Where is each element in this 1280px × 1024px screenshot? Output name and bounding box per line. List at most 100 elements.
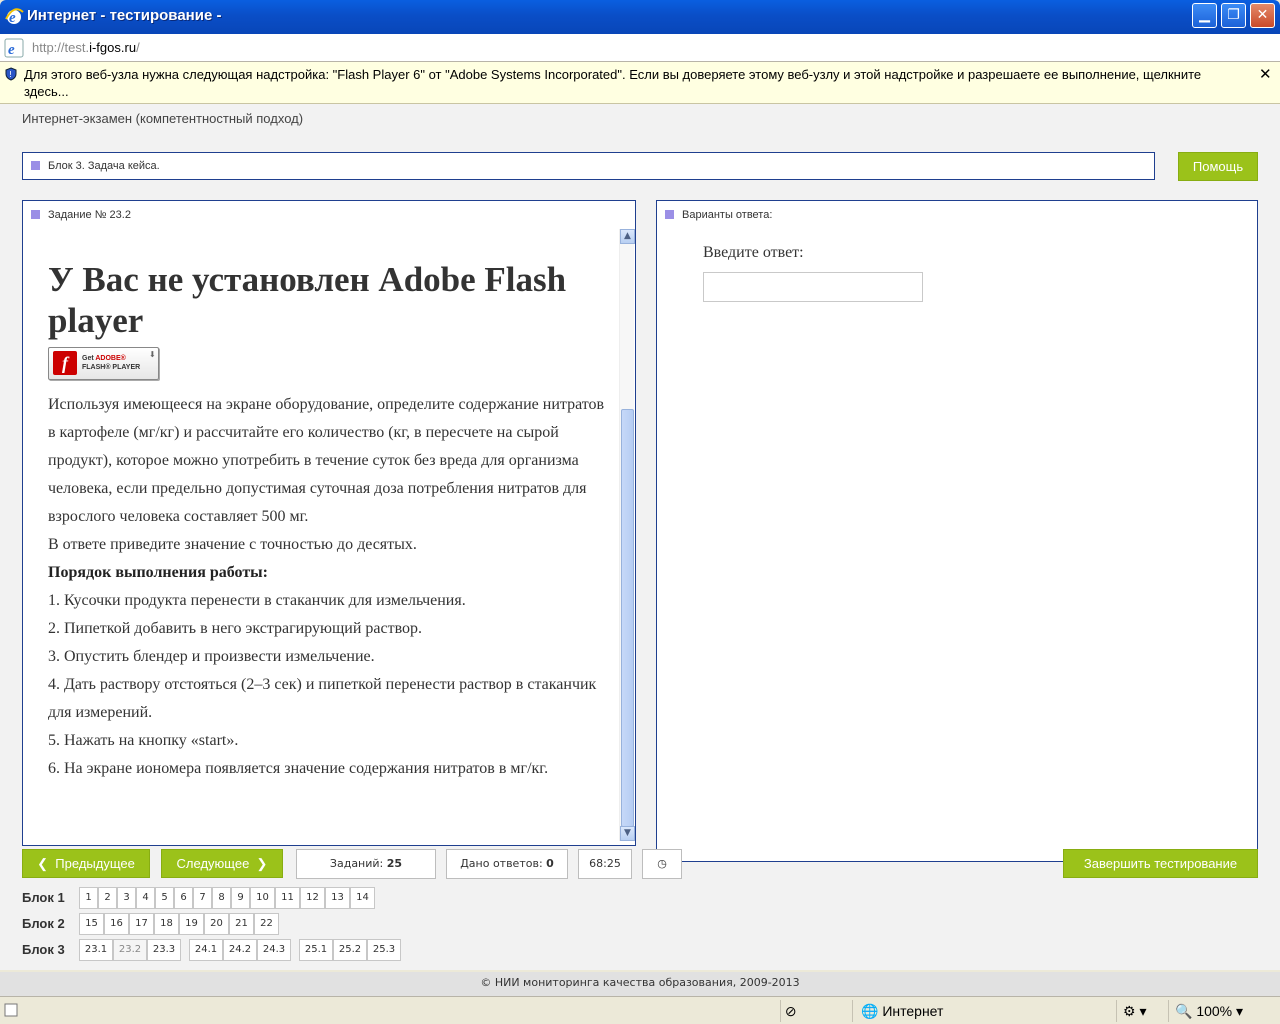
question-number-button[interactable]: 15: [79, 913, 104, 935]
url-text[interactable]: http://test.i-fgos.ru/: [32, 40, 140, 55]
tasks-count-box: Заданий: 25: [296, 849, 436, 879]
question-number-button[interactable]: 11: [275, 887, 300, 909]
scroll-down-icon[interactable]: ▼: [620, 826, 635, 841]
question-number-button[interactable]: 1: [79, 887, 98, 909]
task-scrollbar[interactable]: ▲ ▼: [619, 229, 635, 841]
question-number-button[interactable]: 22: [254, 913, 279, 935]
window-title: Интернет - тестирование -: [27, 7, 222, 24]
help-button[interactable]: Помощь: [1178, 152, 1258, 181]
badge-get-text: Get: [82, 355, 94, 362]
zoom-icon: 🔍: [1175, 1003, 1193, 1019]
protected-mode-icon[interactable]: ⚙ ▾: [1116, 1000, 1166, 1022]
close-icon[interactable]: ✕: [1259, 65, 1272, 83]
question-number-button[interactable]: 14: [350, 887, 375, 909]
page-footer: © НИИ мониторинга качества образования, …: [0, 972, 1280, 996]
question-number-button[interactable]: 6: [174, 887, 193, 909]
zone-indicator[interactable]: 🌐 Интернет: [852, 1000, 1107, 1022]
answer-header: Варианты ответа:: [682, 209, 773, 221]
security-status-icon[interactable]: ⊘: [780, 1000, 808, 1022]
question-number-button[interactable]: 25.3: [367, 939, 401, 961]
block-label: Блок 2: [22, 916, 65, 931]
address-bar[interactable]: e http://test.i-fgos.ru/: [0, 34, 1280, 62]
question-number-button[interactable]: 23.1: [79, 939, 113, 961]
flash-icon: f: [53, 351, 77, 375]
bullet-square-icon: [665, 210, 674, 219]
next-button[interactable]: Следующее ❯: [161, 849, 283, 878]
question-number-button[interactable]: 20: [204, 913, 229, 935]
globe-icon: 🌐: [861, 1003, 879, 1019]
tasks-label: Заданий:: [329, 857, 384, 870]
previous-label: Предыдущее: [55, 856, 135, 871]
question-number-button[interactable]: 9: [231, 887, 250, 909]
question-number-button[interactable]: 25.1: [299, 939, 333, 961]
chevron-right-icon: ❯: [256, 856, 268, 871]
app-title: Интернет-экзамен (компетентностный подхо…: [22, 111, 304, 126]
question-number-button[interactable]: 5: [155, 887, 174, 909]
question-number-button[interactable]: 12: [300, 887, 325, 909]
chevron-left-icon: ❮: [37, 856, 49, 871]
question-number-button[interactable]: 24.3: [257, 939, 291, 961]
zone-label: Интернет: [882, 1003, 944, 1019]
clock-icon[interactable]: ◷: [642, 849, 682, 879]
answered-count: 0: [546, 857, 554, 870]
question-number-button[interactable]: 19: [179, 913, 204, 935]
question-number-button[interactable]: 24.2: [223, 939, 257, 961]
question-number-button[interactable]: 25.2: [333, 939, 367, 961]
status-bar: ⊘ 🌐 Интернет ⚙ ▾ 🔍 100% ▾: [0, 996, 1280, 1024]
browser-window: e Интернет - тестирование - ▁ ❐ ✕ e http…: [0, 0, 1280, 1024]
question-number-button[interactable]: 13: [325, 887, 350, 909]
flash-missing-heading: У Вас не установлен Adobe Flash player: [48, 260, 567, 340]
step-item: 3. Опустить блендер и произвести измельч…: [48, 648, 375, 665]
question-number-button[interactable]: 7: [193, 887, 212, 909]
question-number-button[interactable]: 18: [154, 913, 179, 935]
question-number-button[interactable]: 23.3: [147, 939, 181, 961]
get-flash-player-button[interactable]: f Get ADOBE® FLASH® PLAYER ⬇: [48, 347, 159, 380]
question-number-button[interactable]: 16: [104, 913, 129, 935]
shield-icon: !: [5, 67, 17, 81]
question-number-button[interactable]: 21: [229, 913, 254, 935]
minimize-button[interactable]: ▁: [1192, 3, 1217, 28]
next-label: Следующее: [176, 856, 250, 871]
finish-test-button[interactable]: Завершить тестирование: [1063, 849, 1258, 878]
title-bar: e Интернет - тестирование - ▁ ❐ ✕: [0, 0, 1280, 34]
block-label: Блок 3. Задача кейса.: [48, 160, 160, 172]
previous-button[interactable]: ❮ Предыдущее: [22, 849, 150, 878]
task-header: Задание № 23.2: [48, 209, 131, 221]
information-bar-message[interactable]: Для этого веб-узла нужна следующая надст…: [24, 66, 1239, 100]
zoom-control[interactable]: 🔍 100% ▾: [1168, 1000, 1268, 1022]
order-title: Порядок выполнения работы:: [48, 564, 268, 581]
question-number-button[interactable]: 2: [98, 887, 117, 909]
scroll-up-icon[interactable]: ▲: [620, 229, 635, 244]
maximize-button[interactable]: ❐: [1221, 3, 1246, 28]
information-bar[interactable]: ! Для этого веб-узла нужна следующая над…: [0, 62, 1280, 104]
ie-logo-icon: e: [5, 8, 24, 26]
page-status-icon: [4, 1003, 18, 1017]
question-number-button[interactable]: 4: [136, 887, 155, 909]
timer: 68:25: [578, 849, 632, 879]
question-number-button[interactable]: 23.2: [113, 939, 147, 961]
bullet-square-icon: [31, 210, 40, 219]
task-text: Используя имеющееся на экране оборудован…: [48, 391, 608, 783]
answer-panel: Варианты ответа: Введите ответ:: [656, 200, 1258, 862]
close-window-button[interactable]: ✕: [1250, 3, 1275, 28]
task-paragraph: В ответе приведите значение с точностью …: [48, 536, 417, 553]
block-label: Блок 3: [22, 942, 65, 957]
web-page: Интернет-экзамен (компетентностный подхо…: [0, 104, 1280, 996]
step-item: 2. Пипеткой добавить в него экстрагирующ…: [48, 620, 423, 637]
answered-label: Дано ответов:: [460, 857, 543, 870]
tasks-count: 25: [386, 857, 403, 870]
question-number-button[interactable]: 10: [250, 887, 275, 909]
badge-adobe-text: ADOBE®: [95, 355, 126, 362]
scroll-thumb[interactable]: [621, 409, 634, 827]
step-item: 1. Кусочки продукта перенести в стаканчи…: [48, 592, 466, 609]
question-number-button[interactable]: 17: [129, 913, 154, 935]
answer-label: Введите ответ:: [703, 244, 804, 261]
step-item: 5. Нажать на кнопку «start».: [48, 732, 239, 749]
question-number-button[interactable]: 8: [212, 887, 231, 909]
task-panel: Задание № 23.2 У Вас не установлен Adobe…: [22, 200, 636, 846]
question-number-button[interactable]: 24.1: [189, 939, 223, 961]
answer-input[interactable]: [703, 272, 923, 302]
question-number-button[interactable]: 3: [117, 887, 136, 909]
page-icon: e: [4, 38, 24, 58]
block-label: Блок 1: [22, 890, 65, 905]
